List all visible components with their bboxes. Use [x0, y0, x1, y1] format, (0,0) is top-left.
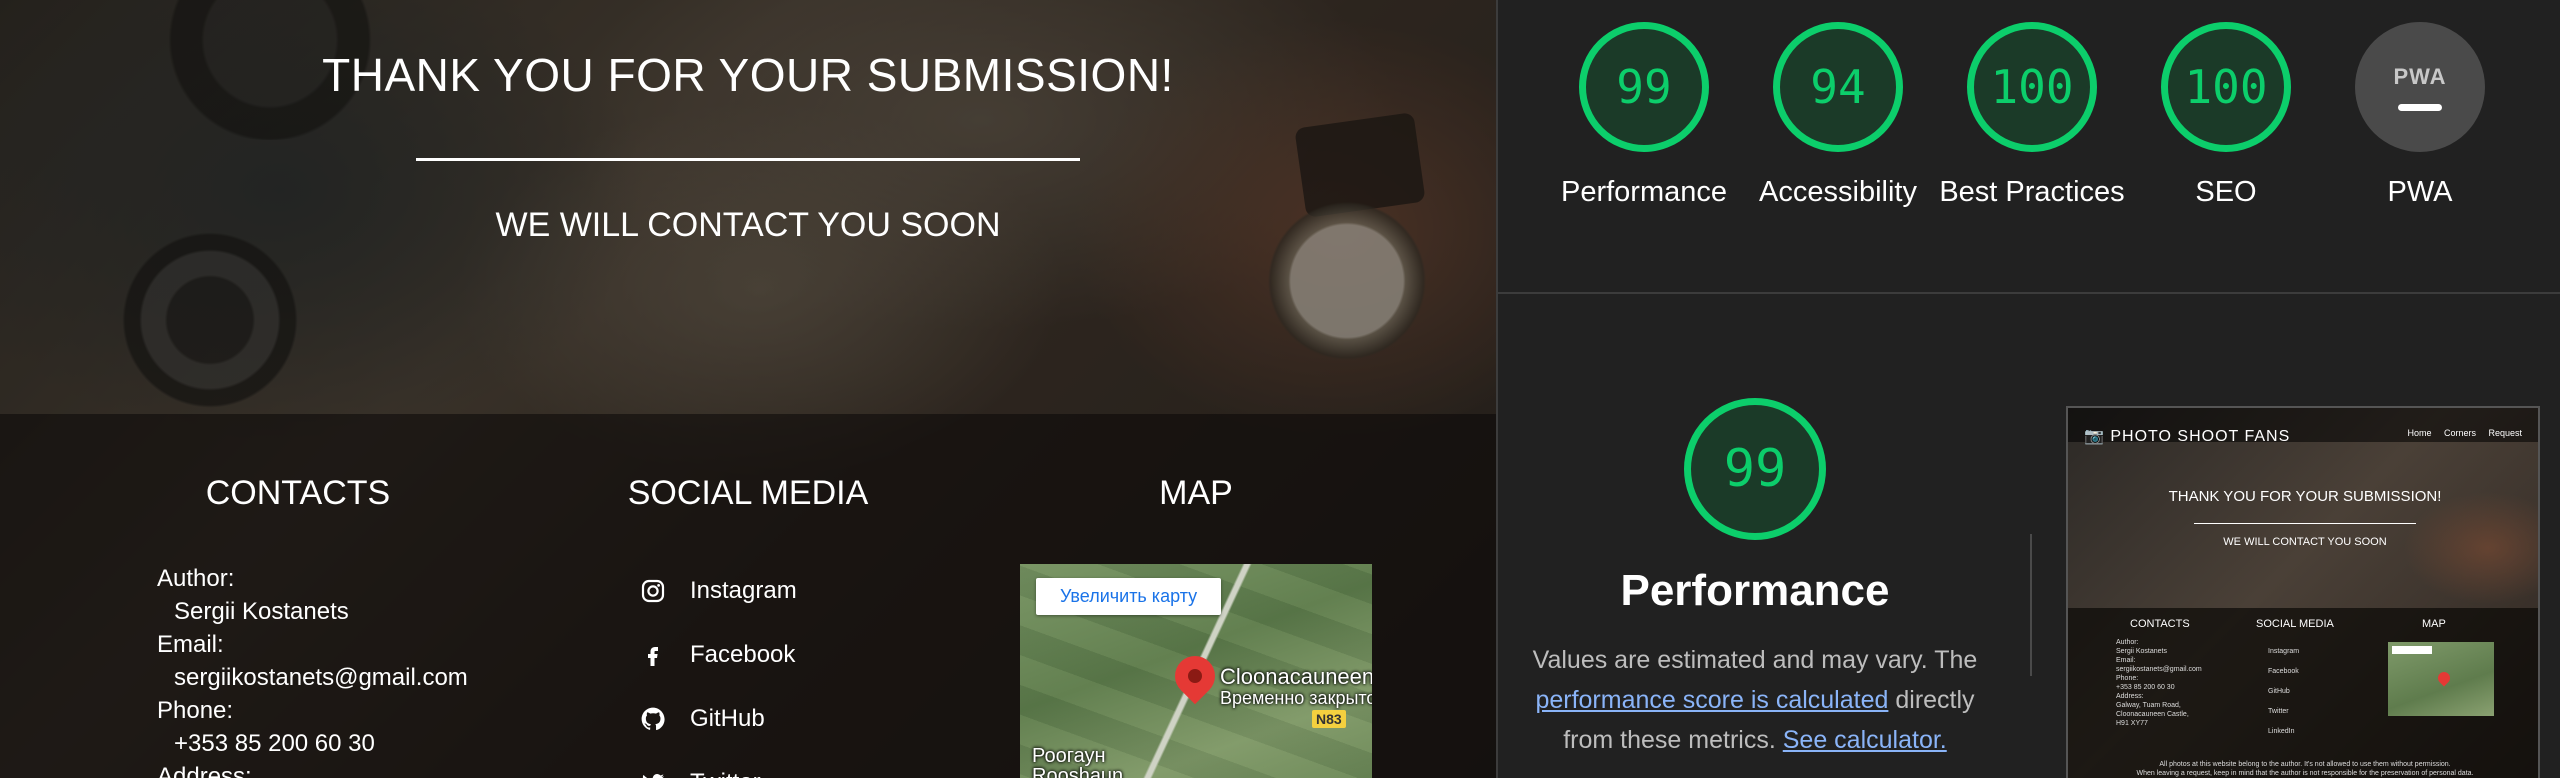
- author-label: Author:: [157, 565, 235, 592]
- enlarge-map-button[interactable]: Увеличить карту: [1036, 578, 1222, 615]
- contacts-list: Author: Sergii Kostanets Email: sergiiko…: [157, 562, 468, 778]
- score-ring: 100: [2161, 22, 2291, 152]
- hero-title: THANK YOU FOR YOUR SUBMISSION!: [322, 49, 1174, 101]
- score-gauge-accessibility[interactable]: 94 Accessibility: [1759, 22, 1917, 212]
- score-calculated-link[interactable]: performance score is calculated: [1535, 686, 1888, 714]
- facebook-icon: [638, 640, 668, 670]
- map-road-label: N83: [1312, 710, 1346, 728]
- map-town-label: Роогаун Rooshaun: [1032, 746, 1123, 778]
- thumb-contacts-text: Author: Sergii Kostanets Email: sergiiko…: [2116, 639, 2202, 727]
- phone-value[interactable]: +353 85 200 60 30: [157, 727, 468, 760]
- thumb-social-text: Instagram Facebook GitHub Twitter Linked…: [2268, 648, 2300, 735]
- score-gauge-seo[interactable]: 100 SEO: [2161, 22, 2291, 212]
- instagram-icon: [638, 576, 668, 606]
- pwa-dash: [2398, 103, 2442, 111]
- score-label: Best Practices: [1939, 176, 2125, 208]
- final-screenshot-thumbnail[interactable]: 📷 PHOTO SHOOT FANS Home Corners Request …: [2066, 406, 2540, 778]
- social-label: Instagram: [690, 577, 797, 604]
- pwa-badge-icon: PWA: [2355, 22, 2485, 152]
- email-label: Email:: [157, 631, 224, 658]
- contacts-heading: CONTACTS: [205, 474, 391, 512]
- thumb-subtitle: WE WILL CONTACT YOU SOON: [2223, 536, 2387, 548]
- thumb-divider: [2194, 523, 2416, 524]
- note-text: Values are estimated and may vary. The: [1532, 646, 1978, 674]
- vertical-separator: [2030, 534, 2032, 676]
- address-label: Address:: [157, 763, 252, 778]
- score-ring: 94: [1773, 22, 1903, 152]
- score-gauge-best-practices[interactable]: 100 Best Practices: [1939, 22, 2125, 212]
- pwa-badge-text: PWA: [2393, 63, 2447, 89]
- social-links: Instagram Facebook GitHub Twitter: [638, 559, 797, 778]
- thumb-title: THANK YOU FOR YOUR SUBMISSION!: [2168, 488, 2442, 505]
- github-icon: [638, 704, 668, 734]
- social-link-instagram[interactable]: Instagram: [638, 559, 797, 623]
- thumb-footer-text: All photos at this website belong to the…: [2136, 761, 2474, 777]
- hero-subtitle: WE WILL CONTACT YOU SOON: [495, 206, 1001, 244]
- performance-title: Performance: [1620, 566, 1890, 615]
- score-ring: 99: [1579, 22, 1709, 152]
- author-value: Sergii Kostanets: [174, 598, 349, 625]
- map-pin-icon[interactable]: [1166, 647, 1224, 705]
- thumb-contacts-heading: CONTACTS: [2130, 618, 2190, 630]
- score-ring: 100: [1967, 22, 2097, 152]
- map-heading: MAP: [1159, 474, 1233, 512]
- thumb-nav-links: Home Corners Request: [2407, 428, 2522, 438]
- performance-note: Values are estimated and may vary. The p…: [1510, 640, 2000, 760]
- map-town-line1: Роогаун: [1032, 745, 1106, 767]
- social-link-facebook[interactable]: Facebook: [638, 623, 797, 687]
- email-value[interactable]: sergiikostanets@gmail.com: [157, 661, 468, 694]
- score-gauge-pwa[interactable]: PWA PWA: [2355, 22, 2485, 212]
- map-place-name: Cloonacauneen: [1220, 664, 1372, 689]
- site-footer: CONTACTS Author: Sergii Kostanets Email:…: [0, 414, 1496, 778]
- see-calculator-link[interactable]: See calculator.: [1783, 726, 1947, 754]
- map-town-line2: Rooshaun: [1032, 765, 1124, 778]
- lighthouse-report: 99 Performance 94 Accessibility 100 Best…: [1496, 0, 2560, 778]
- embedded-map[interactable]: Увеличить карту Cloonacauneen Временно з…: [1020, 564, 1372, 778]
- thumb-brand: 📷 PHOTO SHOOT FANS: [2084, 428, 2291, 445]
- social-label: GitHub: [690, 705, 765, 732]
- social-link-twitter[interactable]: Twitter: [638, 751, 797, 778]
- score-label: SEO: [2195, 176, 2257, 208]
- score-label: PWA: [2387, 176, 2453, 208]
- social-label: Facebook: [690, 641, 796, 668]
- social-label: Twitter: [690, 769, 761, 778]
- performance-score-ring: 99: [1684, 398, 1826, 540]
- thumb-map-heading: MAP: [2422, 618, 2446, 630]
- website-page: THANK YOU FOR YOUR SUBMISSION! WE WILL C…: [0, 0, 1496, 778]
- twitter-icon: [638, 768, 668, 778]
- thumb-map: [2388, 642, 2494, 716]
- score-label: Performance: [1560, 176, 1727, 208]
- phone-label: Phone:: [157, 697, 234, 724]
- social-media-heading: SOCIAL MEDIA: [627, 474, 869, 512]
- thumb-social-heading: SOCIAL MEDIA: [2256, 618, 2334, 630]
- score-gauge-performance[interactable]: 99 Performance: [1561, 22, 1727, 212]
- social-link-github[interactable]: GitHub: [638, 687, 797, 751]
- hero-divider: [416, 158, 1080, 161]
- thumb-footer: CONTACTS Author: Sergii Kostanets Email:…: [2068, 608, 2538, 778]
- section-divider: [1498, 292, 2560, 294]
- score-label: Accessibility: [1759, 176, 1917, 208]
- map-place-status: Временно закрыто: [1220, 688, 1372, 708]
